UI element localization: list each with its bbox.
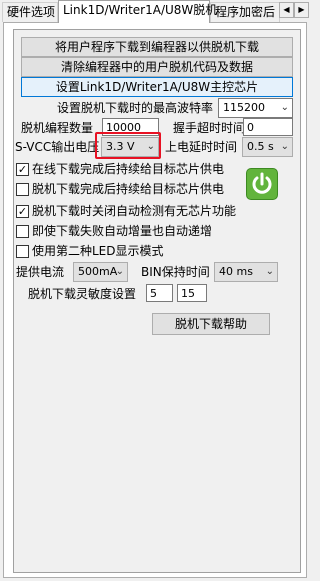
chevron-down-icon: ⌄ bbox=[280, 141, 289, 152]
checkbox-box[interactable] bbox=[16, 225, 29, 238]
checkbox-box[interactable] bbox=[16, 245, 29, 258]
baud-value: 115200 bbox=[223, 101, 265, 114]
tab-link1d-offline[interactable]: Link1D/Writer1A/U8W脱机 bbox=[58, 0, 217, 23]
checkbox-label: 脱机下载时关闭自动检测有无芯片功能 bbox=[32, 204, 237, 218]
settings-group: 将用户程序下载到编程器以供脱机下载 清除编程器中的用户脱机代码及数据 设置Lin… bbox=[13, 29, 301, 573]
bin-hold-value: 40 ms bbox=[219, 265, 253, 278]
checkbox-keep-power-online[interactable]: ✓ 在线下载完成后持续给目标芯片供电 bbox=[16, 161, 236, 177]
bin-hold-label: BIN保持时间 bbox=[141, 265, 210, 279]
supply-current-select[interactable]: 500mA ⌄ bbox=[73, 262, 128, 282]
supply-current-label: 提供电流 bbox=[16, 265, 65, 279]
checkbox-increment-on-fail[interactable]: 即使下载失败自动增量也自动递增 bbox=[16, 223, 286, 239]
set-main-chip-button[interactable]: 设置Link1D/Writer1A/U8W主控芯片 bbox=[21, 77, 293, 97]
chevron-down-icon: ⌄ bbox=[115, 266, 124, 277]
checkbox-label: 即使下载失败自动增量也自动递增 bbox=[32, 224, 213, 238]
checkbox-label: 使用第二种LED显示模式 bbox=[32, 244, 164, 258]
checkbox-label: 脱机下载完成后持续给目标芯片供电 bbox=[32, 182, 225, 196]
tab-program-encrypt[interactable]: 程序加密后 bbox=[210, 2, 280, 22]
power-delay-label: 上电延时时间 bbox=[165, 140, 238, 154]
power-icon[interactable] bbox=[246, 168, 278, 200]
sensitivity-label: 脱机下载灵敏度设置 bbox=[28, 287, 137, 301]
tab-scroll-right-button[interactable]: ▶ bbox=[294, 2, 309, 18]
chevron-left-icon: ◀ bbox=[283, 5, 290, 14]
handshake-timeout-input[interactable] bbox=[243, 118, 293, 136]
baud-label: 设置脱机下载时的最高波特率 bbox=[57, 101, 214, 115]
tab-scroll-left-button[interactable]: ◀ bbox=[279, 2, 294, 18]
power-symbol-icon bbox=[252, 172, 272, 194]
checkbox-box[interactable] bbox=[16, 183, 29, 196]
tab-bar: 硬件选项 Link1D/Writer1A/U8W脱机 程序加密后 ◀ ▶ bbox=[0, 0, 310, 23]
sensitivity-input-2[interactable] bbox=[177, 284, 207, 302]
bin-hold-select[interactable]: 40 ms ⌄ bbox=[214, 262, 278, 282]
svcc-highlight-box bbox=[95, 132, 161, 159]
chevron-down-icon: ⌄ bbox=[280, 102, 289, 113]
handshake-timeout-label: 握手超时时间 bbox=[173, 121, 246, 135]
baud-select[interactable]: 115200 ⌄ bbox=[218, 98, 293, 118]
sensitivity-input-1[interactable] bbox=[146, 284, 173, 302]
checkbox-label: 在线下载完成后持续给目标芯片供电 bbox=[32, 162, 225, 176]
checkbox-disable-auto-detect[interactable]: ✓ 脱机下载时关闭自动检测有无芯片功能 bbox=[16, 203, 286, 219]
supply-current-value: 500mA bbox=[78, 265, 118, 278]
checkbox-box[interactable]: ✓ bbox=[16, 163, 29, 176]
chevron-right-icon: ▶ bbox=[298, 5, 305, 14]
checkbox-keep-power-offline[interactable]: 脱机下载完成后持续给目标芯片供电 bbox=[16, 181, 236, 197]
offline-help-button[interactable]: 脱机下载帮助 bbox=[152, 313, 270, 335]
checkbox-box[interactable]: ✓ bbox=[16, 205, 29, 218]
checkbox-second-led-mode[interactable]: 使用第二种LED显示模式 bbox=[16, 243, 286, 259]
tab-hardware-options[interactable]: 硬件选项 bbox=[2, 2, 58, 22]
power-delay-select[interactable]: 0.5 s ⌄ bbox=[242, 137, 293, 157]
chevron-down-icon: ⌄ bbox=[265, 266, 274, 277]
svcc-label: S-VCC输出电压 bbox=[15, 140, 100, 154]
download-user-program-button[interactable]: 将用户程序下载到编程器以供脱机下载 bbox=[21, 37, 293, 57]
power-delay-value: 0.5 s bbox=[247, 140, 274, 153]
clear-user-offline-button[interactable]: 清除编程器中的用户脱机代码及数据 bbox=[21, 57, 293, 77]
tab-panel: 将用户程序下载到编程器以供脱机下载 清除编程器中的用户脱机代码及数据 设置Lin… bbox=[3, 22, 307, 578]
program-count-label: 脱机编程数量 bbox=[21, 121, 94, 135]
